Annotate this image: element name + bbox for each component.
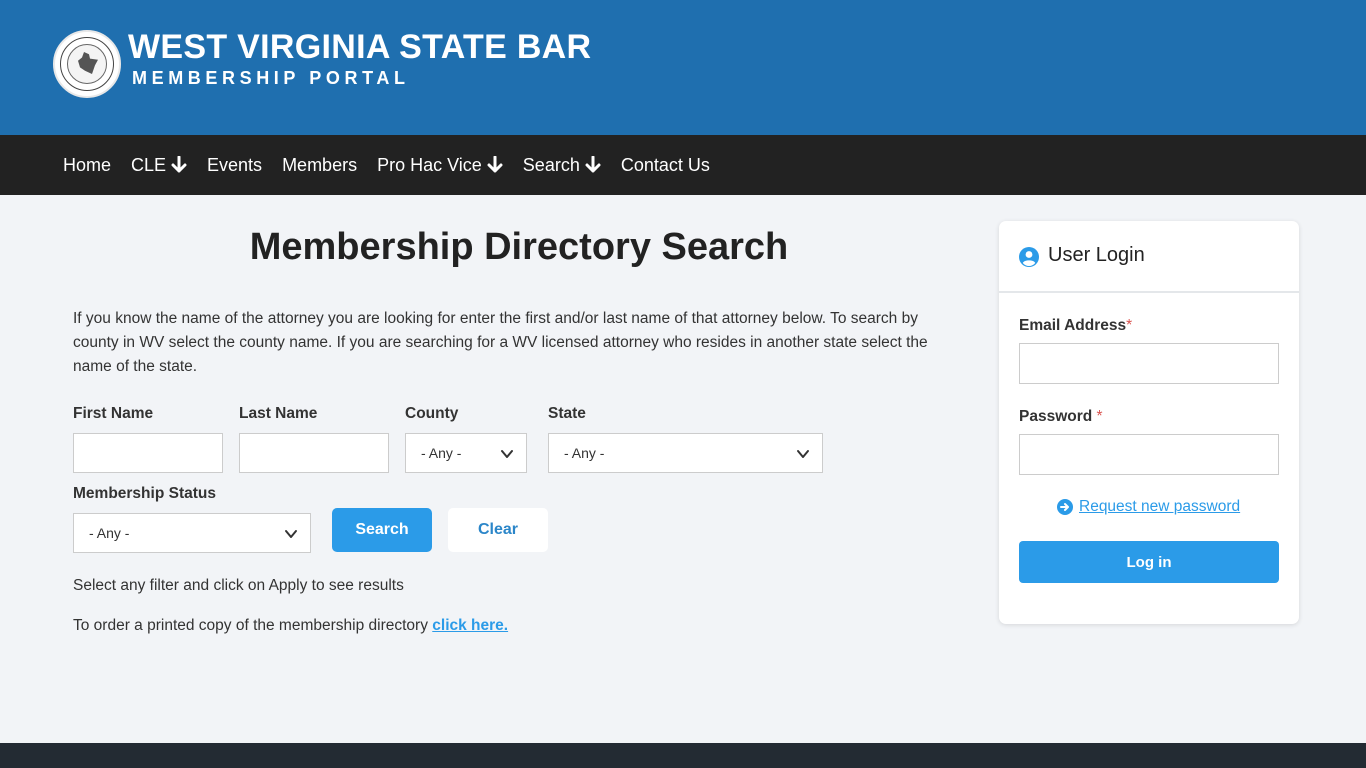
membership-status-label: Membership Status xyxy=(73,485,216,502)
page-title: Membership Directory Search xyxy=(249,226,789,268)
site-header: WEST VIRGINIA STATE BAR MEMBERSHIP PORTA… xyxy=(0,0,1366,135)
arrow-right-circle-icon xyxy=(1057,499,1073,515)
chevron-down-icon xyxy=(285,530,297,538)
login-button[interactable]: Log in xyxy=(1019,541,1279,583)
state-select[interactable]: - Any - xyxy=(548,433,823,473)
nav-item-contact-us[interactable]: Contact Us xyxy=(621,155,710,176)
county-select-value: - Any - xyxy=(421,445,462,461)
nav-item-label: Members xyxy=(282,154,358,175)
nav-item-label: Home xyxy=(63,154,112,175)
request-password: Request new password xyxy=(1057,498,1240,516)
site-title[interactable]: WEST VIRGINIA STATE BAR xyxy=(128,28,591,67)
nav-item-pro-hac-vice[interactable]: Pro Hac Vice xyxy=(377,155,503,176)
clear-button[interactable]: Clear xyxy=(448,508,548,552)
email-field[interactable] xyxy=(1019,343,1279,384)
filter-hint: Select any filter and click on Apply to … xyxy=(73,577,404,594)
nav-item-label: Contact Us xyxy=(620,154,710,175)
first-name-label: First Name xyxy=(73,405,154,422)
intro-text: If you know the name of the attorney you… xyxy=(73,310,928,375)
main-nav: Home CLE Events Members Pro Hac Vice Sea… xyxy=(0,135,1366,195)
site-subtitle: MEMBERSHIP PORTAL xyxy=(132,68,410,88)
last-name-label: Last Name xyxy=(239,405,318,422)
search-button[interactable]: Search xyxy=(332,508,432,552)
email-label: Email Address* xyxy=(1019,317,1132,335)
nav-items: Home CLE Events Members Pro Hac Vice Sea… xyxy=(63,135,710,195)
nav-item-events[interactable]: Events xyxy=(207,155,262,176)
order-directory-label: To order a printed copy of the membershi… xyxy=(73,617,433,634)
password-field[interactable] xyxy=(1019,434,1279,475)
county-select[interactable]: - Any - xyxy=(405,433,527,473)
request-new-password-link[interactable]: Request new password xyxy=(1079,498,1240,516)
order-directory-text: To order a printed copy of the membershi… xyxy=(73,617,508,635)
arrow-down-icon xyxy=(171,156,187,173)
login-card-header: User Login xyxy=(999,221,1299,293)
login-title: User Login xyxy=(1048,244,1145,266)
last-name-input[interactable] xyxy=(239,433,389,473)
membership-status-select[interactable]: - Any - xyxy=(73,513,311,553)
state-bar-seal-icon[interactable] xyxy=(53,30,121,98)
user-login-card: User Login Email Address* Password * Req… xyxy=(999,221,1299,624)
nav-item-label: Pro Hac Vice xyxy=(377,154,482,175)
first-name-input[interactable] xyxy=(73,433,223,473)
membership-status-select-value: - Any - xyxy=(89,525,130,541)
nav-item-label: CLE xyxy=(131,154,167,175)
site-footer xyxy=(0,743,1366,768)
required-mark: * xyxy=(1126,317,1133,334)
order-directory-link[interactable]: click here. xyxy=(432,617,508,634)
nav-item-search[interactable]: Search xyxy=(523,155,601,176)
nav-item-label: Events xyxy=(207,154,263,175)
county-label: County xyxy=(405,405,459,422)
email-label-text: Email Address xyxy=(1019,317,1127,334)
nav-item-home[interactable]: Home xyxy=(63,155,111,176)
arrow-down-icon xyxy=(585,156,601,173)
state-select-value: - Any - xyxy=(564,445,605,461)
arrow-down-icon xyxy=(487,156,503,173)
password-label-text: Password xyxy=(1019,408,1097,425)
nav-item-members[interactable]: Members xyxy=(282,155,357,176)
chevron-down-icon xyxy=(797,450,809,458)
chevron-down-icon xyxy=(501,450,513,458)
state-label: State xyxy=(548,405,586,422)
user-circle-icon xyxy=(1019,247,1039,267)
password-label: Password * xyxy=(1019,408,1103,426)
nav-item-cle[interactable]: CLE xyxy=(131,155,187,176)
required-mark: * xyxy=(1096,408,1103,425)
nav-item-label: Search xyxy=(522,154,580,175)
